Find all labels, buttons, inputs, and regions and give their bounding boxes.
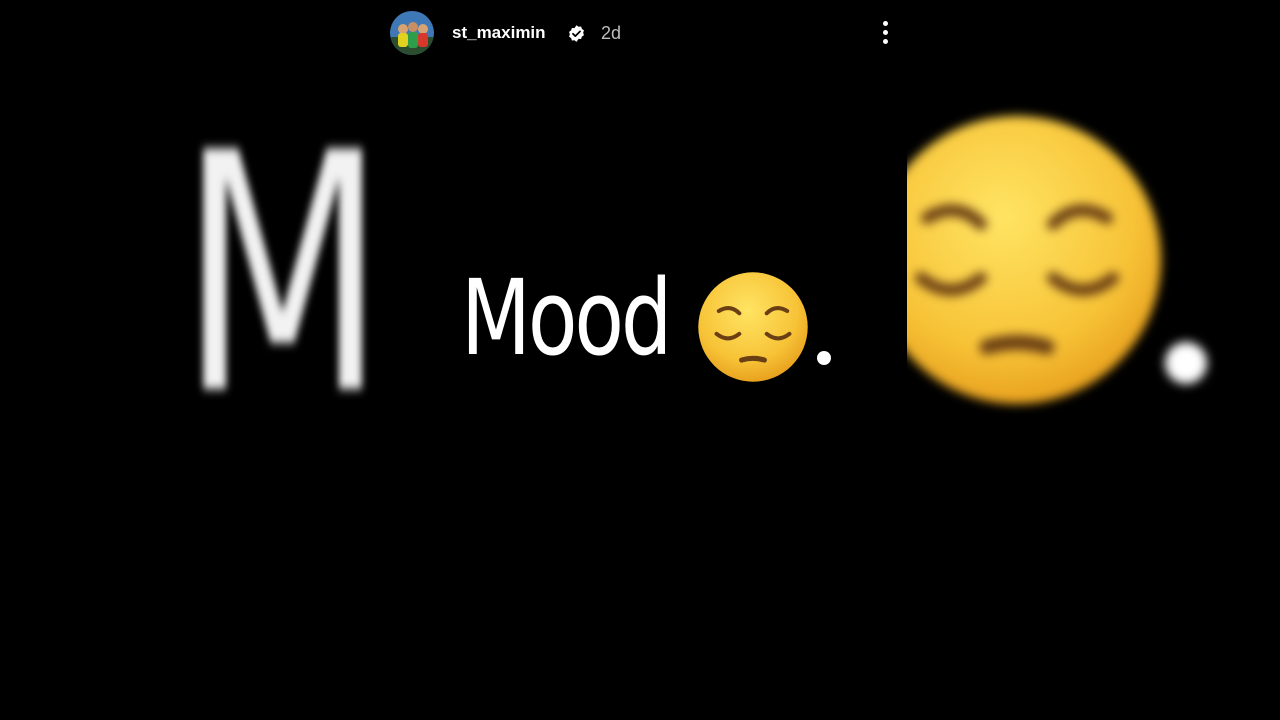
blurred-backdrop-left: Mood [0,0,373,720]
story-text: Mood [461,257,672,379]
backdrop-text: Mood [180,83,373,467]
pensive-face-emoji [698,272,808,382]
avatar[interactable] [390,11,434,55]
blurred-backdrop-right [907,0,1280,720]
story-timestamp: 2d [601,23,622,43]
story-text-sticker: Mood [373,262,907,392]
trailing-dot [817,351,831,365]
story-panel[interactable]: st_maximin 2d Mood [373,0,907,720]
avatar-image [390,11,434,55]
backdrop-pensive-face-emoji [907,116,1161,404]
more-vertical-icon [883,39,888,44]
more-options-button[interactable] [871,18,901,48]
username[interactable]: st_maximin [452,22,546,44]
story-header: st_maximin 2d [373,0,907,68]
backdrop-dot [1165,342,1207,384]
story-viewer: Mood [0,0,1280,720]
verified-badge-icon [569,25,584,42]
more-vertical-icon [883,21,888,26]
more-vertical-icon [883,30,888,35]
